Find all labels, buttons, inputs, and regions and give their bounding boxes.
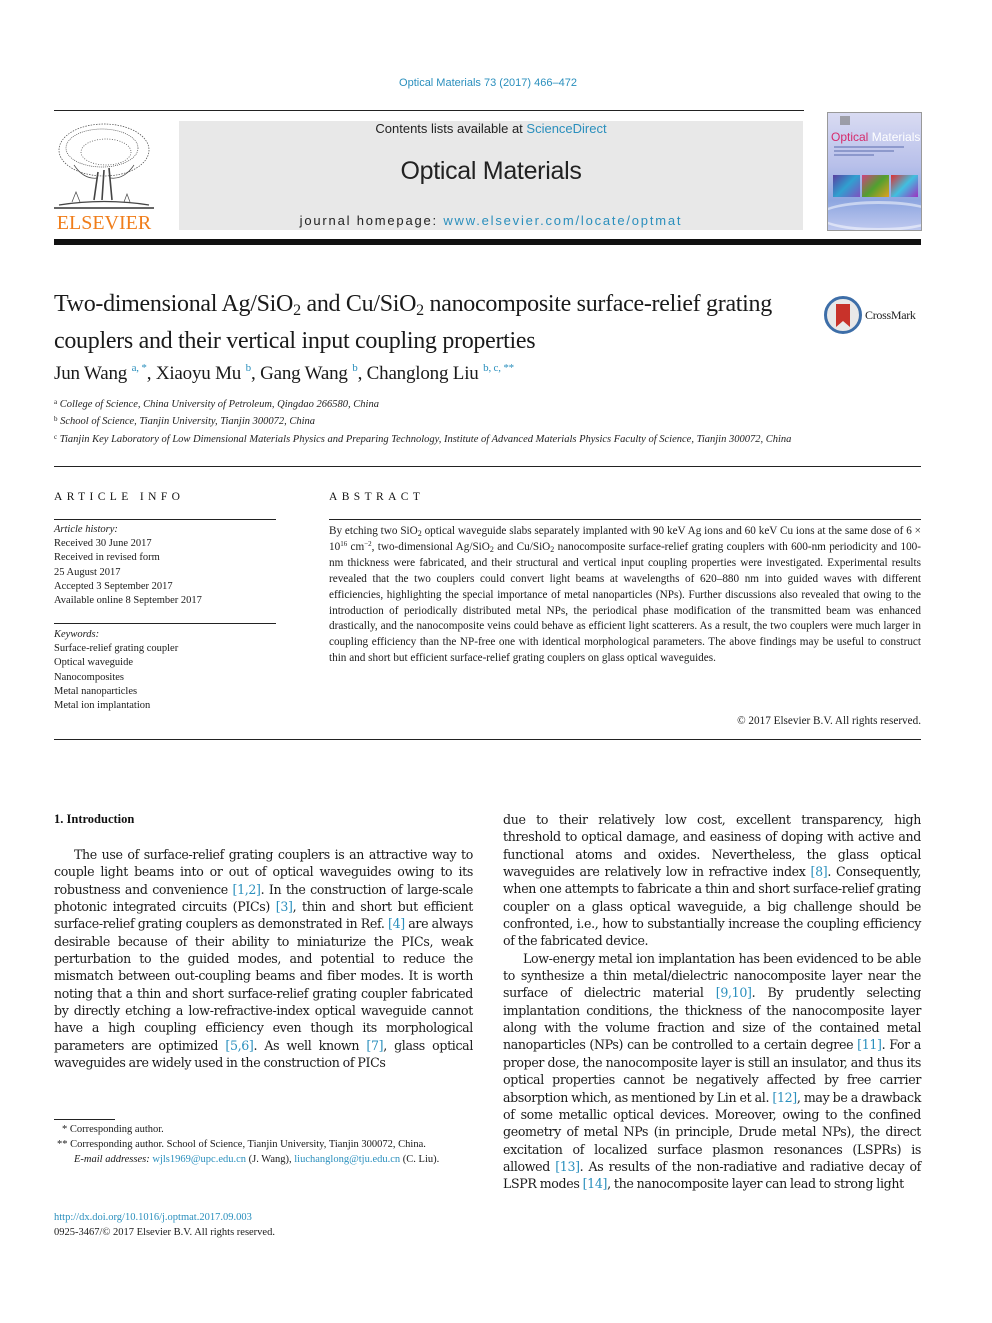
history-item: Received in revised form (54, 552, 160, 564)
journal-cover-image[interactable]: Optical Materials (827, 112, 922, 231)
history-item: Available online 8 September 2017 (54, 595, 202, 607)
doi-block: http://dx.doi.org/10.1016/j.optmat.2017.… (54, 1211, 275, 1241)
paragraph: due to their relatively low cost, excell… (503, 812, 921, 949)
crossmark-icon (824, 296, 862, 334)
paragraph: Low-energy metal ion implantation has be… (503, 950, 922, 1192)
keyword: Metal nanoparticles (54, 685, 138, 697)
reference-link[interactable]: [12] (772, 1090, 797, 1105)
tree-icon (54, 123, 154, 209)
reference-link[interactable]: [7] (366, 1038, 383, 1053)
reference-link[interactable]: [9,10] (716, 985, 752, 1000)
keyword: Metal ion implantation (54, 700, 151, 712)
section-rule (54, 739, 921, 740)
reference-link[interactable]: [4] (388, 916, 405, 931)
keyword: Nanocomposites (54, 671, 124, 683)
reference-link[interactable]: [14] (583, 1176, 608, 1191)
author-affiliation-link[interactable]: b (352, 362, 358, 374)
author: Changlong Liu (366, 363, 479, 384)
history-item: Received 30 June 2017 (54, 538, 152, 550)
cover-panel-1 (833, 175, 860, 197)
footnote: * Corresponding author. (62, 1124, 164, 1135)
history-item: Accepted 3 September 2017 (54, 580, 173, 592)
paragraph: The use of surface-relief grating couple… (54, 847, 473, 1071)
contents-line: Contents lists available at ScienceDirec… (375, 121, 607, 136)
keyword: Surface-relief grating coupler (54, 643, 179, 655)
doi-link[interactable]: http://dx.doi.org/10.1016/j.optmat.2017.… (54, 1212, 252, 1223)
cover-logo-icon (840, 116, 850, 125)
email-link[interactable]: wjls1969@upc.edu.cn (152, 1154, 246, 1165)
cover-title: Optical Materials (831, 130, 921, 144)
affiliation: a College of Science, China University o… (54, 398, 379, 410)
affiliation: b School of Science, Tianjin University,… (54, 415, 316, 428)
header-thick-rule (54, 239, 921, 245)
author: Jun Wang (54, 363, 128, 384)
body-column-left: The use of surface-relief grating couple… (54, 846, 473, 1071)
keywords: Keywords: Surface-relief grating coupler… (54, 628, 284, 713)
article-info-heading: ARTICLE INFO (54, 491, 185, 503)
email-link[interactable]: liuchanglong@tju.edu.cn (294, 1154, 400, 1165)
reference-link[interactable]: [11] (857, 1037, 882, 1052)
affiliations: a College of Science, China University o… (54, 395, 814, 447)
journal-title: Optical Materials (400, 157, 582, 185)
cover-panel-2 (862, 175, 889, 197)
section-heading-introduction: 1. Introduction (54, 812, 135, 826)
crossmark-button[interactable]: CrossMark (824, 296, 924, 336)
article-title: Two-dimensional Ag/SiO2 and Cu/SiO2 nano… (54, 291, 772, 354)
author-affiliation-link[interactable]: a, * (132, 362, 147, 374)
footnotes: * Corresponding author. ** Corresponding… (54, 1123, 473, 1167)
section-rule (54, 466, 921, 467)
article-history: Article history: Received 30 June 2017 R… (54, 523, 284, 608)
email-footnote: E-mail addresses: wjls1969@upc.edu.cn (J… (74, 1153, 440, 1165)
reference-link[interactable]: [5,6] (225, 1038, 253, 1053)
author-list: Jun Wang a, *, Xiaoyu Mu b, Gang Wang b,… (54, 362, 514, 384)
abstract-copyright: © 2017 Elsevier B.V. All rights reserved… (737, 715, 921, 727)
keyword: Optical waveguide (54, 657, 134, 669)
journal-homepage: journal homepage: www.elsevier.com/locat… (299, 213, 683, 228)
sciencedirect-link[interactable]: ScienceDirect (526, 121, 606, 136)
reference-link[interactable]: [3] (276, 899, 293, 914)
author: Xiaoyu Mu (155, 363, 242, 384)
header-rule (54, 110, 804, 111)
footnote: ** Corresponding author. School of Scien… (57, 1138, 426, 1150)
cover-panel-3 (891, 175, 918, 197)
reference-link[interactable]: [8] (811, 864, 828, 879)
author-affiliation-link[interactable]: b (246, 362, 252, 374)
author-affiliation-link[interactable]: b, c, ** (483, 362, 514, 374)
issn-copyright: 0925-3467/© 2017 Elsevier B.V. All right… (54, 1226, 275, 1238)
abstract-text: By etching two SiO2 optical waveguide sl… (329, 525, 921, 665)
abstract-heading: ABSTRACT (329, 491, 425, 503)
body-column-right: due to their relatively low cost, excell… (503, 811, 921, 1193)
elsevier-wordmark: ELSEVIER (56, 212, 152, 234)
reference-link[interactable]: [13] (555, 1159, 580, 1174)
footnote-rule (54, 1119, 115, 1120)
journal-banner: Contents lists available at ScienceDirec… (179, 121, 803, 230)
affiliation: c Tianjin Key Laboratory of Low Dimensio… (54, 432, 792, 445)
history-item: 25 August 2017 (54, 566, 121, 578)
author: Gang Wang (260, 363, 348, 384)
journal-citation[interactable]: Optical Materials 73 (2017) 466–472 (0, 77, 976, 89)
reference-link[interactable]: [1,2] (233, 882, 261, 897)
homepage-link[interactable]: www.elsevier.com/locate/optmat (443, 213, 682, 228)
